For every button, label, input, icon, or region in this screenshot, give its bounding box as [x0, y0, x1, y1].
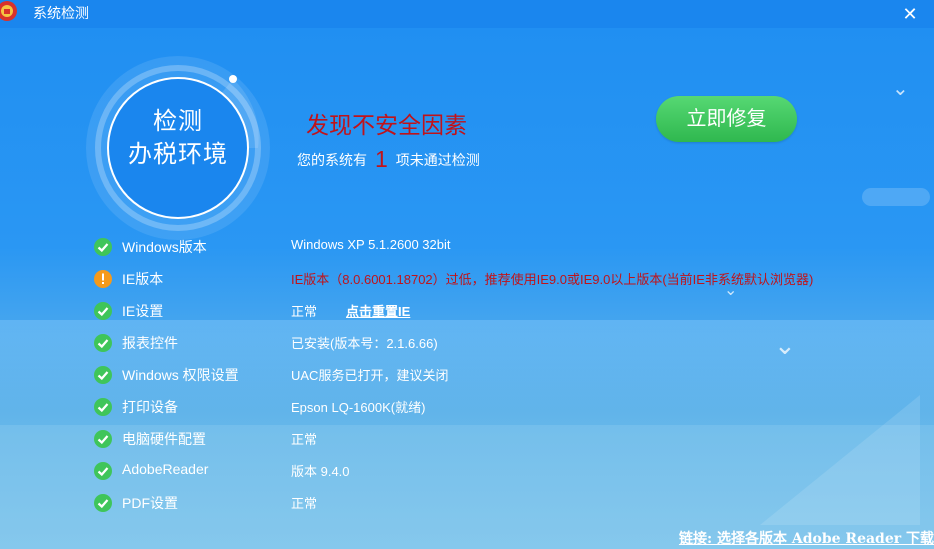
check-label: IE设置	[122, 303, 164, 319]
background-cloud	[862, 188, 930, 206]
check-icon	[94, 334, 112, 352]
check-icon	[94, 462, 112, 480]
check-row: PDF设置 正常	[94, 491, 894, 515]
check-label: AdobeReader	[122, 461, 209, 477]
reset-ie-link[interactable]: 点击重置IE	[346, 301, 410, 320]
check-value: 已安装(版本号：2.1.6.66)	[291, 336, 438, 351]
title-bar: 系统检测 ✕	[0, 0, 934, 28]
check-value: Epson LQ-1600K(就绪)	[291, 400, 426, 415]
check-row: 打印设备 Epson LQ-1600K(就绪)	[94, 395, 894, 419]
check-row: 电脑硬件配置 正常	[94, 427, 894, 451]
alert-prefix: 您的系统有	[297, 152, 367, 168]
check-label: Windows版本	[122, 239, 207, 255]
check-icon	[94, 366, 112, 384]
alert-headline: 发现不安全因素	[306, 112, 467, 138]
alert-summary: 您的系统有 1 项未通过检测	[297, 144, 480, 172]
gauge-line2: 办税环境	[128, 141, 228, 168]
check-row: IE设置 正常 点击重置IE	[94, 299, 894, 323]
tax-emblem-icon	[0, 1, 17, 21]
check-row: Windows版本 Windows XP 5.1.2600 32bit	[94, 235, 894, 259]
window-title: 系统检测	[33, 5, 89, 21]
warning-icon	[94, 270, 112, 288]
check-value: Windows XP 5.1.2600 32bit	[291, 237, 451, 252]
check-label: 电脑硬件配置	[122, 431, 206, 447]
close-button[interactable]: ✕	[900, 4, 920, 24]
check-icon	[94, 494, 112, 512]
check-label: Windows 权限设置	[122, 367, 239, 383]
gauge-line1: 检测	[153, 108, 203, 135]
check-row: AdobeReader 版本 9.4.0	[94, 459, 894, 483]
check-value: IE版本（8.0.6001.18702）过低，推荐使用IE9.0或IE9.0以上…	[291, 272, 814, 287]
check-icon	[94, 238, 112, 256]
check-icon	[94, 302, 112, 320]
bird-icon: ⌄	[892, 78, 909, 100]
check-label: 打印设备	[122, 399, 178, 415]
check-label: IE版本	[122, 271, 164, 287]
check-value: 正常	[291, 496, 318, 511]
check-icon	[94, 430, 112, 448]
check-value: 正常	[291, 304, 318, 319]
check-value: 正常	[291, 432, 318, 447]
check-label: PDF设置	[122, 495, 178, 511]
check-value: 版本 9.4.0	[291, 464, 350, 479]
fix-now-button[interactable]: 立即修复	[656, 96, 797, 142]
check-label: 报表控件	[122, 335, 178, 351]
failed-count: 1	[375, 146, 388, 172]
alert-suffix: 项未通过检测	[395, 152, 480, 168]
check-icon	[94, 398, 112, 416]
adobe-reader-download-link[interactable]: 链接: 选择各版本 Adobe Reader 下载	[679, 528, 934, 548]
check-row: 报表控件 已安装(版本号：2.1.6.66)	[94, 331, 894, 355]
check-value: UAC服务已打开，建议关闭	[291, 368, 449, 383]
check-row: IE版本 IE版本（8.0.6001.18702）过低，推荐使用IE9.0或IE9…	[94, 267, 894, 291]
check-row: Windows 权限设置 UAC服务已打开，建议关闭	[94, 363, 894, 387]
